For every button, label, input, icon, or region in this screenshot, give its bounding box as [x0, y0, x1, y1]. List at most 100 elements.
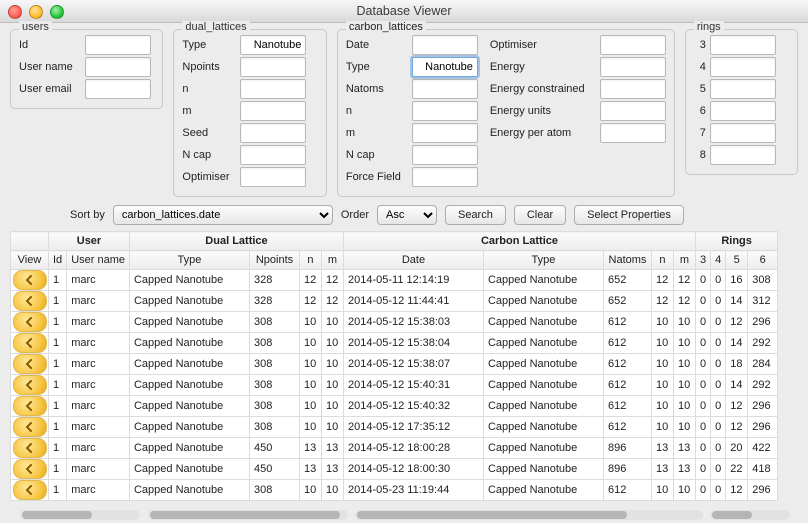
col-header[interactable]: Npoints	[249, 251, 299, 270]
clear-button[interactable]: Clear	[514, 205, 566, 225]
rings-input-6[interactable]	[710, 101, 776, 121]
table-row[interactable]: 1marcCapped Nanotube32812122014-05-12 11…	[11, 291, 778, 312]
cell: 0	[695, 291, 710, 312]
view-row-button[interactable]	[13, 312, 47, 332]
cell: 0	[695, 438, 710, 459]
results-table-scroll[interactable]: UserDual LatticeCarbon LatticeRingsViewI…	[10, 231, 798, 501]
dual-label: Optimiser	[182, 171, 240, 183]
carbon-label: Energy	[490, 61, 600, 73]
view-row-button[interactable]	[13, 396, 47, 416]
search-button[interactable]: Search	[445, 205, 506, 225]
users-group: users IdUser nameUser email	[10, 29, 163, 109]
dual-input-npoints[interactable]	[240, 57, 306, 77]
table-row[interactable]: 1marcCapped Nanotube32812122014-05-11 12…	[11, 270, 778, 291]
view-row-button[interactable]	[13, 333, 47, 353]
order-select[interactable]: Asc	[377, 205, 437, 225]
view-row-button[interactable]	[13, 480, 47, 500]
cell: Capped Nanotube	[129, 354, 249, 375]
carbon-input-energy-per-atom[interactable]	[600, 123, 666, 143]
table-row[interactable]: 1marcCapped Nanotube30810102014-05-23 11…	[11, 480, 778, 501]
rings-input-7[interactable]	[710, 123, 776, 143]
rings-input-4[interactable]	[710, 57, 776, 77]
users-input-id[interactable]	[85, 35, 151, 55]
dual-input-n-cap[interactable]	[240, 145, 306, 165]
col-header[interactable]: 3	[695, 251, 710, 270]
col-header[interactable]: n	[299, 251, 321, 270]
users-input-user-email[interactable]	[85, 79, 151, 99]
dual-input-n[interactable]	[240, 79, 306, 99]
window-close-button[interactable]	[8, 5, 22, 19]
carbon-input-n[interactable]	[412, 101, 478, 121]
col-header[interactable]: View	[11, 251, 49, 270]
carbon-label: m	[346, 127, 412, 139]
col-header[interactable]: Date	[343, 251, 483, 270]
col-header[interactable]: Id	[49, 251, 67, 270]
carbon-input-date[interactable]	[412, 35, 478, 55]
view-row-button[interactable]	[13, 375, 47, 395]
scrollbar-user[interactable]	[20, 510, 140, 520]
col-header[interactable]: 5	[726, 251, 748, 270]
rings-input-3[interactable]	[710, 35, 776, 55]
view-row-button[interactable]	[13, 459, 47, 479]
col-header[interactable]: 4	[711, 251, 726, 270]
sort-by-select[interactable]: carbon_lattices.date	[113, 205, 333, 225]
cell: Capped Nanotube	[483, 459, 603, 480]
view-row-button[interactable]	[13, 291, 47, 311]
carbon-input-n-cap[interactable]	[412, 145, 478, 165]
rings-input-8[interactable]	[710, 145, 776, 165]
carbon-label: Optimiser	[490, 39, 600, 51]
users-legend: users	[19, 21, 52, 33]
table-row[interactable]: 1marcCapped Nanotube30810102014-05-12 17…	[11, 417, 778, 438]
carbon-input-natoms[interactable]	[412, 79, 478, 99]
dual-input-type[interactable]	[240, 35, 306, 55]
col-header[interactable]: Type	[129, 251, 249, 270]
carbon-input-energy[interactable]	[600, 57, 666, 77]
window-zoom-button[interactable]	[50, 5, 64, 19]
scrollbar-carbon[interactable]	[355, 510, 703, 520]
scrollbar-rings[interactable]	[710, 510, 790, 520]
cell: Capped Nanotube	[129, 459, 249, 480]
carbon-input-energy-constrained[interactable]	[600, 79, 666, 99]
carbon-input-energy-units[interactable]	[600, 101, 666, 121]
cell: 896	[603, 459, 651, 480]
view-row-button[interactable]	[13, 417, 47, 437]
table-row[interactable]: 1marcCapped Nanotube30810102014-05-12 15…	[11, 396, 778, 417]
view-row-button[interactable]	[13, 270, 47, 290]
rings-input-5[interactable]	[710, 79, 776, 99]
users-input-user-name[interactable]	[85, 57, 151, 77]
col-header[interactable]: User name	[67, 251, 130, 270]
carbon-input-m[interactable]	[412, 123, 478, 143]
view-row-button[interactable]	[13, 438, 47, 458]
dual-label: m	[182, 105, 240, 117]
col-header[interactable]: 6	[748, 251, 778, 270]
table-row[interactable]: 1marcCapped Nanotube30810102014-05-12 15…	[11, 354, 778, 375]
window-minimize-button[interactable]	[29, 5, 43, 19]
col-header[interactable]: Natoms	[603, 251, 651, 270]
cell: 10	[673, 417, 695, 438]
col-header[interactable]: m	[673, 251, 695, 270]
cell: Capped Nanotube	[129, 438, 249, 459]
cell: marc	[67, 375, 130, 396]
table-row[interactable]: 1marcCapped Nanotube30810102014-05-12 15…	[11, 375, 778, 396]
cell: Capped Nanotube	[129, 333, 249, 354]
scrollbar-dual[interactable]	[148, 510, 348, 520]
table-row[interactable]: 1marcCapped Nanotube45013132014-05-12 18…	[11, 438, 778, 459]
cell: 12	[321, 270, 343, 291]
col-header[interactable]: n	[651, 251, 673, 270]
table-row[interactable]: 1marcCapped Nanotube30810102014-05-12 15…	[11, 333, 778, 354]
view-row-button[interactable]	[13, 354, 47, 374]
table-row[interactable]: 1marcCapped Nanotube30810102014-05-12 15…	[11, 312, 778, 333]
cell: marc	[67, 354, 130, 375]
col-header[interactable]: m	[321, 251, 343, 270]
carbon-input-type[interactable]	[412, 57, 478, 77]
dual-input-optimiser[interactable]	[240, 167, 306, 187]
select-properties-button[interactable]: Select Properties	[574, 205, 684, 225]
carbon-input-optimiser[interactable]	[600, 35, 666, 55]
table-row[interactable]: 1marcCapped Nanotube45013132014-05-12 18…	[11, 459, 778, 480]
col-header[interactable]: Type	[483, 251, 603, 270]
dual-input-m[interactable]	[240, 101, 306, 121]
rings-label: 3	[694, 39, 706, 51]
cell: 2014-05-12 15:38:07	[343, 354, 483, 375]
carbon-input-force-field[interactable]	[412, 167, 478, 187]
dual-input-seed[interactable]	[240, 123, 306, 143]
